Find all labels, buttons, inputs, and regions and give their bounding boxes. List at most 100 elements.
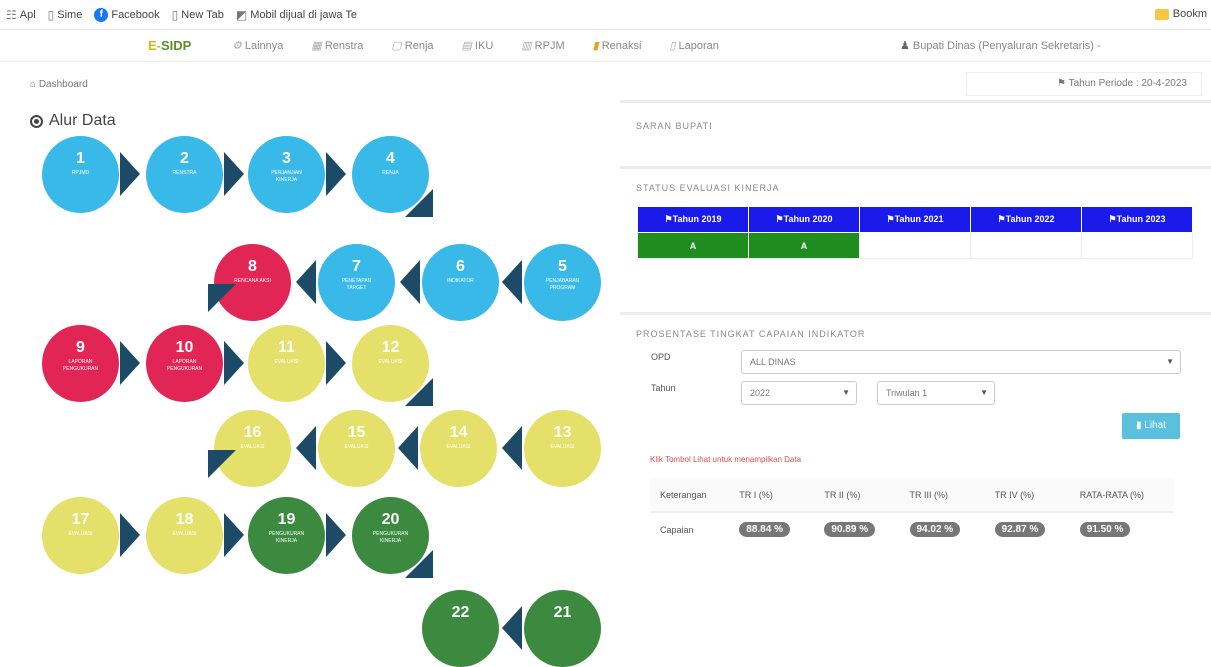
facebook-icon: f — [94, 7, 109, 22]
bookmark-mobil-label: Mobil dijual di jawa Te — [250, 8, 358, 21]
lihat-button[interactable]: ▮ Lihat — [1122, 413, 1180, 439]
triwulan-select-value: Triwulan 1 — [886, 388, 928, 398]
capaian-header-row: Keterangan TR I (%) TR II (%) TR III (%)… — [650, 478, 1174, 513]
tahun-label: Tahun — [651, 383, 676, 393]
status-header: ⚑Tahun 2019 — [637, 206, 749, 233]
flow-node-label: PENJABARAN PROGRAM — [545, 278, 580, 291]
flag-icon: ⚑ — [1108, 214, 1117, 224]
menu-item-iku[interactable]: ▤ IKU — [462, 39, 508, 52]
status-header-label: Tahun 2021 — [894, 214, 944, 224]
flow-node-label: PENGUKURAN KINERJA — [268, 531, 305, 544]
home-icon: ⌂ — [30, 79, 39, 90]
flow-node-22: 22 — [422, 590, 499, 667]
flag-icon: ⚑ — [997, 214, 1006, 224]
menu-item-renaksi[interactable]: ▮ Renaksi — [593, 39, 656, 52]
capaian-cell: 90.89 % — [814, 512, 899, 546]
capaian-cell: 94.02 % — [900, 512, 985, 546]
arrow-right-icon — [120, 152, 140, 196]
menu-item-lainnya[interactable]: ⚙ Lainnya — [232, 39, 297, 52]
opd-select-value: ALL DINAS — [750, 357, 796, 367]
status-value: A — [748, 232, 860, 259]
period-date: ⚑ Tahun Periode : 20-4-2023 — [966, 72, 1202, 96]
bookmarks-bar: ☷ Apl ▯ Sime f Facebook ▯ New Tab ◩ Mobil dij… — [0, 0, 1211, 30]
arrow-right-icon — [224, 513, 244, 557]
flow-node-2: 2 RENSTRA — [146, 136, 223, 213]
user-name: Bupati Dinas (Penyaluran Sekretaris) - — [912, 40, 1101, 52]
bookmark-newtab[interactable]: ▯ New Tab — [172, 8, 224, 22]
saran-title: SARAN BUPATI — [636, 121, 713, 131]
capaian-row-label: Capaian — [660, 524, 694, 535]
breadcrumb-label[interactable]: Dashboard — [39, 79, 88, 90]
menu-label: RPJM — [534, 40, 565, 52]
flow-node-number: 5 — [558, 258, 567, 275]
app-logo[interactable]: E-SIDP — [148, 38, 191, 53]
flow-node-15: 15 EVALUASI — [318, 410, 395, 487]
bookmark-mobil[interactable]: ◩ Mobil dijual di jawa Te — [236, 8, 357, 22]
menu-label: Laporan — [678, 40, 719, 52]
capaian-header: Keterangan — [650, 478, 730, 513]
user-menu[interactable]: ♟ Bupati Dinas (Penyaluran Sekretaris) - — [900, 39, 1101, 52]
bookmark-sime[interactable]: ▯ Sime — [48, 8, 83, 22]
capaian-header: TR III (%) — [899, 478, 985, 513]
capaian-cell: 92.87 % — [985, 512, 1070, 546]
flow-node-number: 14 — [449, 424, 468, 441]
alur-data-title: Alur Data — [30, 112, 116, 130]
menu-label: Renaksi — [601, 40, 642, 52]
tahun-select[interactable]: 2022 ▼ — [741, 381, 857, 405]
opd-select[interactable]: ALL DINAS ▼ — [741, 350, 1181, 374]
flow-node-label: EVALUASI — [344, 444, 369, 450]
menu-item-laporan[interactable]: ▯ Laporan — [669, 39, 732, 52]
arrow-right-icon — [224, 341, 244, 385]
turn-down-icon — [405, 550, 433, 578]
menu-label: Renja — [404, 40, 434, 52]
arrow-left-icon — [502, 426, 522, 470]
flow-node-number: 13 — [553, 424, 572, 441]
turn-down-icon — [208, 450, 236, 478]
arrow-right-icon — [326, 341, 346, 385]
circle-dot-icon — [30, 114, 43, 128]
arrow-right-icon — [326, 152, 346, 196]
chart-icon: ▦ — [311, 40, 322, 52]
capaian-header: TR II (%) — [814, 478, 900, 513]
bookmark-newtab-label: New Tab — [181, 8, 224, 21]
flow-node-19: 19 PENGUKURAN KINERJA — [248, 497, 325, 574]
alur-data-label: Alur Data — [49, 112, 116, 129]
bookmark-facebook[interactable]: f Facebook — [94, 7, 160, 22]
status-header-label: Tahun 2019 — [672, 214, 722, 224]
other-bookmarks[interactable]: Bookm — [1154, 8, 1207, 20]
menu-item-renstra[interactable]: ▦ Renstra — [311, 39, 377, 52]
turn-down-icon — [405, 189, 433, 217]
status-header: ⚑Tahun 2022 — [970, 206, 1082, 233]
flow-node-21: 21 — [524, 590, 601, 667]
menu-item-renja[interactable]: ▢ Renja — [391, 39, 447, 52]
flow-node-7: 7 PENETAPAN TARGET — [318, 244, 395, 321]
capaian-note: Klik Tombol Lihat untuk menampilkan Data — [650, 455, 802, 464]
menu-item-rpjm[interactable]: ▥ RPJM — [521, 39, 578, 52]
arrow-right-icon — [120, 341, 140, 385]
capaian-badge: 90.89 % — [824, 522, 876, 537]
capaian-header: TR I (%) — [729, 478, 815, 513]
arrow-right-icon — [224, 152, 244, 196]
status-header-label: Tahun 2022 — [1005, 214, 1055, 224]
triwulan-select[interactable]: Triwulan 1 ▼ — [877, 381, 995, 405]
flow-node-label: RENSTRA — [172, 170, 197, 176]
flow-node-13: 13 EVALUASI — [524, 410, 601, 487]
flow-node-label: PERJANJIAN KINERJA — [271, 170, 302, 183]
flow-node-number: 8 — [248, 258, 257, 275]
bookmark-apps[interactable]: ☷ Apl — [6, 8, 36, 22]
flow-node-number: 16 — [243, 424, 262, 441]
chevron-down-icon: ▼ — [1166, 357, 1174, 366]
capaian-badge: 92.87 % — [994, 522, 1046, 537]
flow-node-number: 17 — [71, 511, 90, 528]
flow-node-number: 22 — [451, 604, 470, 621]
capaian-cell: 91.50 % — [1070, 512, 1174, 546]
opd-label: OPD — [651, 352, 671, 362]
capaian-badge: 91.50 % — [1079, 522, 1131, 537]
menu-label: IKU — [474, 40, 494, 52]
flag-icon: ⚑ — [664, 214, 673, 224]
bell-icon: ▮ — [592, 40, 599, 52]
status-header: ⚑Tahun 2021 — [859, 206, 971, 233]
chevron-down-icon: ▼ — [842, 388, 850, 397]
status-header: ⚑Tahun 2020 — [748, 206, 860, 233]
status-header-label: Tahun 2023 — [1116, 214, 1166, 224]
